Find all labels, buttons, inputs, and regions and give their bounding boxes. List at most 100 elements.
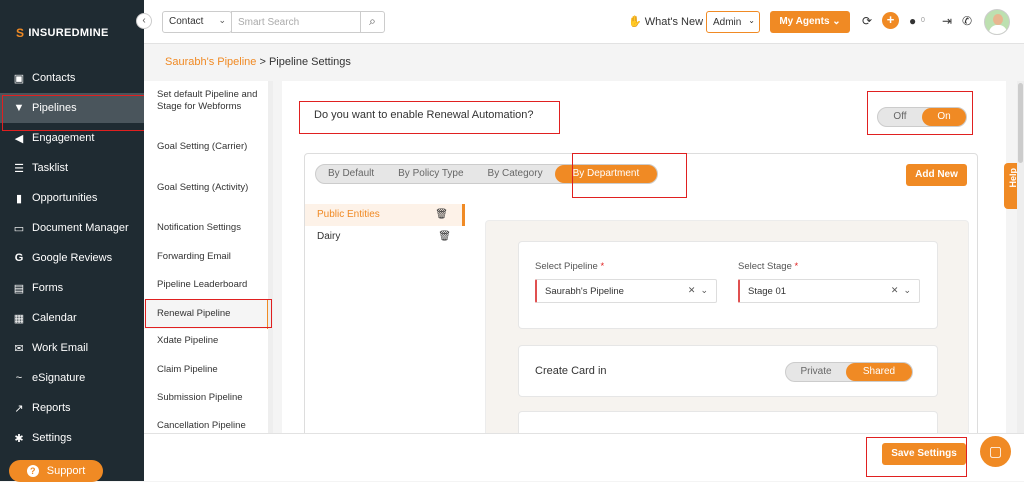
sidebar-item-engagement[interactable]: ◀ Engagement [0,123,144,153]
settings-nav-item-renewal[interactable]: Renewal Pipeline [144,299,271,329]
select-pipeline-value: Saurabh's Pipeline [545,286,624,297]
mail-icon: ✉ [14,342,24,355]
save-settings-button[interactable]: Save Settings [882,443,966,465]
refresh-icon[interactable]: ⟳ [862,14,872,28]
settings-nav-item-submission[interactable]: Submission Pipeline [157,392,263,404]
sidebar-item-reports[interactable]: ↗ Reports [0,393,144,423]
trash-icon[interactable]: 🗑 [438,231,451,242]
department-name: Public Entities [317,209,380,220]
sidebar-item-tasklist[interactable]: ☰ Tasklist [0,153,144,183]
clear-chevron-icon[interactable]: ✕ ⌄ [891,285,911,296]
contact-card-icon: ▣ [13,72,25,85]
admin-dropdown[interactable]: Admin ⌄ [706,11,760,33]
renewal-automation-toggle[interactable]: Off On [877,107,967,127]
sidebar-item-document-manager[interactable]: ▭ Document Manager [0,213,144,243]
avatar-body [989,25,1007,34]
sidebar-item-settings[interactable]: ✱ Settings [0,423,144,453]
sidebar: S INSUREDMINE ▣ Contacts ▼ Pipelines ◀ E… [0,0,144,482]
settings-nav-item-forwarding-email[interactable]: Forwarding Email [157,251,263,263]
user-icon[interactable]: ● [909,14,916,28]
trash-icon[interactable]: 🗑 [435,209,448,220]
sidebar-item-pipelines[interactable]: ▼ Pipelines [0,93,144,123]
sidebar-item-google-reviews[interactable]: G Google Reviews [0,243,144,273]
create-card-private-option[interactable]: Private [786,363,846,381]
add-icon[interactable]: + [882,12,899,29]
sidebar-item-label: Tasklist [32,162,69,174]
tab-by-policy-type[interactable]: By Policy Type [386,165,475,183]
folder-icon: ▭ [13,222,25,235]
search-placeholder: Smart Search [238,17,300,28]
sidebar-item-forms[interactable]: ▤ Forms [0,273,144,303]
breadcrumb: Saurabh's Pipeline > Pipeline Settings [165,56,351,68]
sidebar-item-label: Opportunities [32,192,98,204]
avatar-head [993,14,1003,25]
renewal-config-card: By Default By Policy Type By Category By… [304,153,978,451]
breadcrumb-separator: > [256,56,269,68]
whats-new-link[interactable]: ✋ What's New [628,15,704,29]
search-icon[interactable]: ⌕ [360,11,384,33]
sidebar-item-calendar[interactable]: ▦ Calendar [0,303,144,333]
search-context-select[interactable]: Contact ⌄ [162,11,232,33]
toggle-off-option[interactable]: Off [878,108,922,126]
select-stage-dropdown[interactable]: Stage 01 ✕ ⌄ [738,279,920,303]
sidebar-item-opportunities[interactable]: ▮ Opportunities [0,183,144,213]
tab-by-default[interactable]: By Default [316,165,386,183]
search-context-value: Contact [169,16,204,27]
phone-icon[interactable]: ✆ [962,14,972,28]
department-item[interactable]: Dairy 🗑 [305,226,465,248]
bottom-bar: Save Settings [144,433,1024,481]
sidebar-collapse-button[interactable]: ‹ [136,13,152,29]
whats-new-label: What's New [644,15,704,28]
create-card-in-card: Create Card in Private Shared [518,345,938,397]
chat-icon[interactable]: ▢ [980,436,1011,467]
avatar[interactable] [984,9,1010,35]
settings-nav-item-leaderboard[interactable]: Pipeline Leaderboard [157,279,263,291]
select-pipeline-label: Select Pipeline * [535,261,605,272]
chevron-down-icon: ⌄ [748,16,755,25]
signature-icon: ~ [15,372,23,384]
google-icon: G [14,252,24,264]
page-scrollbar-thumb[interactable] [1018,83,1023,163]
sidebar-item-esignature[interactable]: ~ eSignature [0,363,144,393]
toggle-on-option[interactable]: On [922,108,966,126]
settings-nav-item-goal-activity[interactable]: Goal Setting (Activity) [157,182,263,194]
logout-icon[interactable]: ⇥ [942,14,952,28]
smart-search-input[interactable]: Smart Search ⌕ [231,11,385,33]
top-bar: Contact ⌄ Smart Search ⌕ ✋ What's New Ad… [144,0,1024,44]
create-card-toggle[interactable]: Private Shared [785,362,913,382]
clear-chevron-icon[interactable]: ✕ ⌄ [688,285,708,296]
settings-nav-item-xdate[interactable]: Xdate Pipeline [157,335,263,347]
brand-logo[interactable]: S INSUREDMINE [16,26,109,40]
select-pipeline-dropdown[interactable]: Saurabh's Pipeline ✕ ⌄ [535,279,717,303]
department-list: Public Entities 🗑 Dairy 🗑 [305,204,465,248]
sidebar-item-label: Work Email [32,342,89,354]
main-content: Do you want to enable Renewal Automation… [282,81,1006,451]
sidebar-item-label: Contacts [32,72,76,84]
settings-nav-item-notification[interactable]: Notification Settings [157,222,263,234]
settings-nav-scrollbar[interactable] [268,81,273,433]
add-new-button[interactable]: Add New [906,164,967,186]
breadcrumb-current: Pipeline Settings [268,56,351,68]
sidebar-item-label: Calendar [32,312,77,324]
form-icon: ▤ [13,282,25,295]
brand-name: INSUREDMINE [28,27,109,39]
tab-by-category[interactable]: By Category [476,165,555,183]
calendar-icon: ▦ [13,312,25,325]
sidebar-item-work-email[interactable]: ✉ Work Email [0,333,144,363]
department-item[interactable]: Public Entities 🗑 [305,204,465,226]
support-button[interactable]: ? Support [9,460,103,482]
tab-by-department[interactable]: By Department [554,165,658,183]
breadcrumb-pipeline-link[interactable]: Saurabh's Pipeline [165,56,256,68]
create-card-shared-option[interactable]: Shared [846,363,912,381]
my-agents-button[interactable]: My Agents ⌄ [770,11,850,33]
settings-nav-item-goal-carrier[interactable]: Goal Setting (Carrier) [157,141,263,153]
page-scrollbar[interactable] [1017,81,1024,433]
tasklist-icon: ☰ [14,162,24,175]
sidebar-item-contacts[interactable]: ▣ Contacts [0,63,144,93]
settings-nav-item-claim[interactable]: Claim Pipeline [157,364,263,376]
settings-nav-item-webforms[interactable]: Set default Pipeline and Stage for Webfo… [157,89,263,113]
sidebar-item-label: Forms [32,282,64,294]
select-stage-value: Stage 01 [748,286,787,297]
create-card-label: Create Card in [535,365,607,377]
settings-nav-item-cancellation[interactable]: Cancellation Pipeline [157,420,263,432]
